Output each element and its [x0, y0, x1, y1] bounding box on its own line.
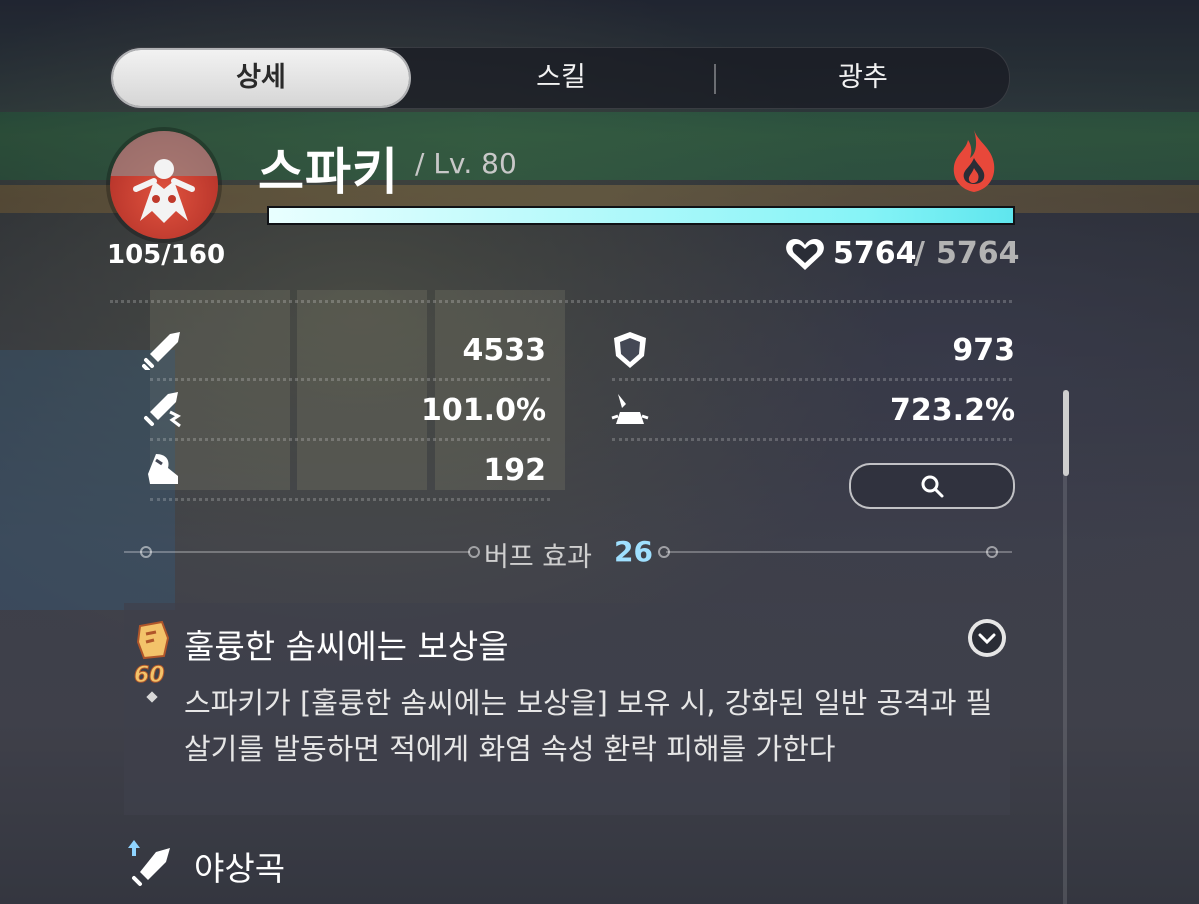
hp-bar: [267, 206, 1015, 225]
buff-description: 스파키가 [훌륭한 솜씨에는 보상을] 보유 시, 강화된 일반 공격과 필살기…: [184, 686, 993, 766]
sword-icon: [142, 332, 180, 370]
shield-icon: [614, 332, 646, 368]
character-level: / Lv. 80: [415, 147, 517, 180]
hp-bar-fill: [269, 208, 1013, 223]
divider-dot: [986, 546, 998, 558]
divider: [612, 438, 1012, 441]
stat-crit-rate: 101.0%: [421, 393, 546, 428]
hp-current: 5764: [833, 236, 917, 271]
boot-icon: [148, 454, 178, 484]
crit-sword-icon: [144, 392, 181, 428]
buff-title: 훌륭한 솜씨에는 보상을: [184, 627, 509, 666]
buff-divider-right: [666, 551, 1012, 553]
divider: [150, 438, 550, 441]
divider-dot: [140, 546, 152, 558]
divider: [150, 378, 550, 381]
tab-skills[interactable]: 스킬: [411, 48, 711, 108]
fire-element-icon: [953, 130, 995, 192]
expand-button[interactable]: [968, 619, 1006, 657]
divider: [612, 378, 1012, 381]
buff-count: 26: [614, 535, 653, 568]
crit-hand-icon: [611, 394, 649, 424]
tab-light-cone[interactable]: 광추: [717, 48, 1009, 108]
hp-separator: /: [914, 236, 925, 271]
stat-details-button[interactable]: [849, 463, 1015, 509]
stat-attack: 4533: [462, 333, 547, 368]
chevron-down-icon: [972, 623, 1002, 653]
energy-counter: 105/160: [107, 240, 226, 270]
buff-sword-up-icon: [128, 840, 170, 886]
divider: [150, 498, 550, 501]
divider-dot: [468, 546, 480, 558]
buff-divider-left: [124, 551, 470, 553]
stat-defense: 973: [952, 333, 1015, 368]
buff-hand-icon: 60: [134, 620, 170, 686]
tab-divider: [714, 64, 716, 94]
divider: [110, 300, 1012, 303]
search-icon: [921, 475, 944, 498]
buff-title: 야상곡: [194, 849, 286, 888]
character-portrait: [110, 131, 218, 239]
tab-bar: 상세 스킬 광추: [110, 47, 1010, 109]
tab-details[interactable]: 상세: [113, 50, 409, 106]
hp-max: 5764: [936, 236, 1020, 271]
stat-crit-damage: 723.2%: [890, 393, 1015, 428]
scrollbar-thumb[interactable]: [1063, 390, 1069, 476]
stat-speed: 192: [483, 453, 546, 488]
ultimate-icon: [133, 159, 195, 223]
buff-badge: 60: [134, 663, 165, 686]
buff-label: 버프 효과: [484, 542, 592, 573]
heart-icon: [786, 239, 824, 270]
character-name: 스파키: [258, 143, 399, 201]
